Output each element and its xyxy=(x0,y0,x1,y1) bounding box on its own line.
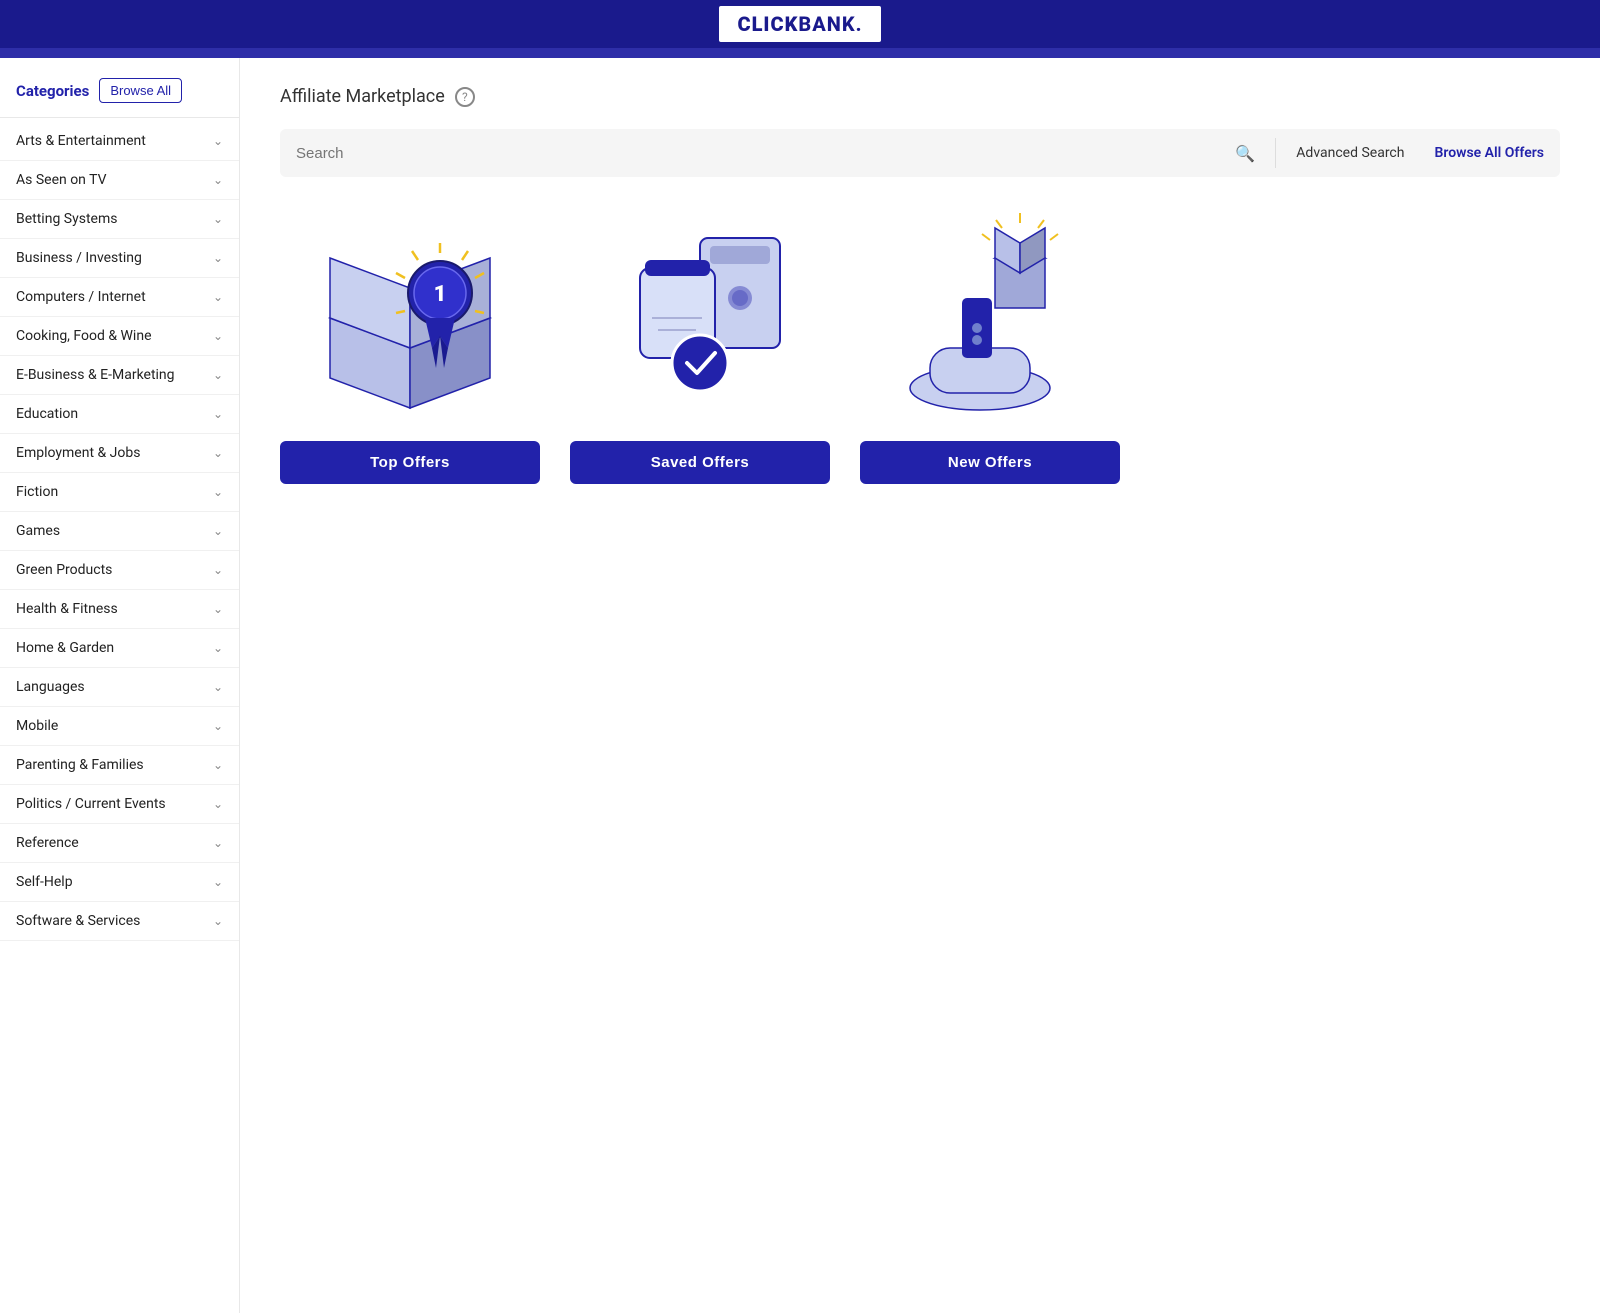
sidebar-item-reference[interactable]: Reference ⌄ xyxy=(0,824,239,863)
sidebar-item-health---fitness[interactable]: Health & Fitness ⌄ xyxy=(0,590,239,629)
chevron-down-icon: ⌄ xyxy=(213,836,223,850)
sidebar-item-label: Health & Fitness xyxy=(16,601,118,617)
layout: Categories Browse All Arts & Entertainme… xyxy=(0,58,1600,1313)
page-title: Affiliate Marketplace xyxy=(280,86,445,107)
chevron-down-icon: ⌄ xyxy=(213,368,223,382)
sidebar-item-politics---current-events[interactable]: Politics / Current Events ⌄ xyxy=(0,785,239,824)
chevron-down-icon: ⌄ xyxy=(213,290,223,304)
sidebar-item-label: Mobile xyxy=(16,718,58,734)
chevron-down-icon: ⌄ xyxy=(213,134,223,148)
chevron-down-icon: ⌄ xyxy=(213,797,223,811)
sidebar-item-employment---jobs[interactable]: Employment & Jobs ⌄ xyxy=(0,434,239,473)
chevron-down-icon: ⌄ xyxy=(213,680,223,694)
page-title-row: Affiliate Marketplace ? xyxy=(280,86,1560,107)
sidebar-item-label: Green Products xyxy=(16,562,112,578)
chevron-down-icon: ⌄ xyxy=(213,641,223,655)
chevron-down-icon: ⌄ xyxy=(213,446,223,460)
sidebar-item-label: Fiction xyxy=(16,484,58,500)
search-divider xyxy=(1275,138,1276,168)
sidebar-item-e-business---e-marketing[interactable]: E-Business & E-Marketing ⌄ xyxy=(0,356,239,395)
chevron-down-icon: ⌄ xyxy=(213,173,223,187)
sidebar-item-label: Cooking, Food & Wine xyxy=(16,328,152,344)
sidebar-item-label: Self-Help xyxy=(16,874,73,890)
new-offers-illustration xyxy=(870,213,1110,423)
sidebar-item-software---services[interactable]: Software & Services ⌄ xyxy=(0,902,239,941)
sidebar-item-education[interactable]: Education ⌄ xyxy=(0,395,239,434)
sidebar-item-betting-systems[interactable]: Betting Systems ⌄ xyxy=(0,200,239,239)
subheader-bar xyxy=(0,48,1600,58)
chevron-down-icon: ⌄ xyxy=(213,875,223,889)
main-content: Affiliate Marketplace ? 🔍 Advanced Searc… xyxy=(240,58,1600,1313)
sidebar-item-label: Betting Systems xyxy=(16,211,117,227)
advanced-search-link[interactable]: Advanced Search xyxy=(1296,145,1404,161)
logo-text: CLICKBANK. xyxy=(737,12,862,36)
search-icon: 🔍 xyxy=(1235,144,1255,163)
sidebar-item-label: Games xyxy=(16,523,60,539)
sidebar-browse-all-button[interactable]: Browse All xyxy=(99,78,182,103)
sidebar-item-computers---internet[interactable]: Computers / Internet ⌄ xyxy=(0,278,239,317)
sidebar-item-self-help[interactable]: Self-Help ⌄ xyxy=(0,863,239,902)
sidebar-header: Categories Browse All xyxy=(0,68,239,118)
sidebar-item-label: Reference xyxy=(16,835,79,851)
sidebar-item-label: E-Business & E-Marketing xyxy=(16,367,175,383)
sidebar-item-label: Languages xyxy=(16,679,85,695)
sidebar-item-green-products[interactable]: Green Products ⌄ xyxy=(0,551,239,590)
top-offers-illustration: 1 xyxy=(290,213,530,423)
sidebar-item-label: Software & Services xyxy=(16,913,140,929)
help-icon[interactable]: ? xyxy=(455,87,475,107)
sidebar-item-label: As Seen on TV xyxy=(16,172,107,188)
saved-offers-button[interactable]: Saved Offers xyxy=(570,441,830,484)
sidebar-items-list: Arts & Entertainment ⌄ As Seen on TV ⌄ Betti… xyxy=(0,122,239,941)
new-offers-card: New Offers xyxy=(860,213,1120,484)
header: CLICKBANK. xyxy=(0,0,1600,48)
saved-offers-illustration xyxy=(580,213,820,423)
sidebar-item-label: Politics / Current Events xyxy=(16,796,166,812)
saved-offers-card: Saved Offers xyxy=(570,213,830,484)
sidebar-item-label: Arts & Entertainment xyxy=(16,133,146,149)
sidebar-item-label: Employment & Jobs xyxy=(16,445,140,461)
sidebar-item-label: Computers / Internet xyxy=(16,289,146,305)
chevron-down-icon: ⌄ xyxy=(213,407,223,421)
chevron-down-icon: ⌄ xyxy=(213,914,223,928)
search-input[interactable] xyxy=(296,145,1225,162)
svg-text:1: 1 xyxy=(434,282,447,307)
chevron-down-icon: ⌄ xyxy=(213,719,223,733)
offers-grid: 1 Top Offers xyxy=(280,213,1560,484)
chevron-down-icon: ⌄ xyxy=(213,563,223,577)
new-offers-button[interactable]: New Offers xyxy=(860,441,1120,484)
sidebar-item-mobile[interactable]: Mobile ⌄ xyxy=(0,707,239,746)
sidebar-item-languages[interactable]: Languages ⌄ xyxy=(0,668,239,707)
sidebar-item-as-seen-on-tv[interactable]: As Seen on TV ⌄ xyxy=(0,161,239,200)
sidebar-item-home---garden[interactable]: Home & Garden ⌄ xyxy=(0,629,239,668)
sidebar-item-label: Parenting & Families xyxy=(16,757,144,773)
sidebar-item-label: Education xyxy=(16,406,78,422)
sidebar-item-fiction[interactable]: Fiction ⌄ xyxy=(0,473,239,512)
chevron-down-icon: ⌄ xyxy=(213,251,223,265)
sidebar-item-business---investing[interactable]: Business / Investing ⌄ xyxy=(0,239,239,278)
chevron-down-icon: ⌄ xyxy=(213,524,223,538)
search-bar: 🔍 Advanced Search Browse All Offers xyxy=(280,129,1560,177)
sidebar-item-label: Home & Garden xyxy=(16,640,114,656)
browse-all-offers-link[interactable]: Browse All Offers xyxy=(1414,145,1544,161)
chevron-down-icon: ⌄ xyxy=(213,602,223,616)
sidebar-item-parenting---families[interactable]: Parenting & Families ⌄ xyxy=(0,746,239,785)
sidebar: Categories Browse All Arts & Entertainme… xyxy=(0,58,240,1313)
chevron-down-icon: ⌄ xyxy=(213,485,223,499)
sidebar-item-arts---entertainment[interactable]: Arts & Entertainment ⌄ xyxy=(0,122,239,161)
chevron-down-icon: ⌄ xyxy=(213,758,223,772)
top-offers-button[interactable]: Top Offers xyxy=(280,441,540,484)
categories-label: Categories xyxy=(16,82,89,100)
chevron-down-icon: ⌄ xyxy=(213,329,223,343)
sidebar-item-label: Business / Investing xyxy=(16,250,142,266)
top-offers-card: 1 Top Offers xyxy=(280,213,540,484)
sidebar-item-games[interactable]: Games ⌄ xyxy=(0,512,239,551)
chevron-down-icon: ⌄ xyxy=(213,212,223,226)
logo-box: CLICKBANK. xyxy=(719,6,880,42)
sidebar-item-cooking--food---wine[interactable]: Cooking, Food & Wine ⌄ xyxy=(0,317,239,356)
